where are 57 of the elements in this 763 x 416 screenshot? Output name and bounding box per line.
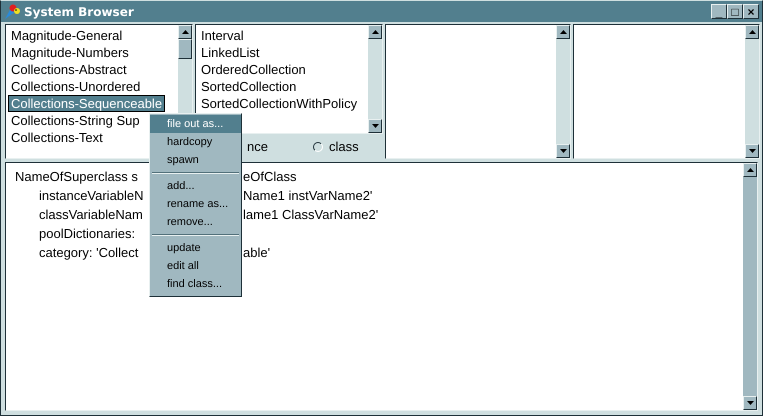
code-text: Name1 instVarName2' [243,187,372,205]
radio-label: nce [247,139,268,154]
code-text: classVariableNam [39,206,143,224]
menu-item[interactable]: find class... [150,275,241,293]
list-item[interactable]: OrderedCollection [198,61,309,78]
menu-item[interactable]: edit all [150,257,241,275]
scroll-up-button[interactable] [556,25,570,39]
scroll-down-button[interactable] [556,144,570,158]
up-arrow-icon [560,30,566,34]
list-item[interactable]: SortedCollection [198,78,300,95]
window-title: System Browser [24,4,135,18]
menu-item[interactable]: file out as... [150,115,241,133]
app-logo-icon [4,4,22,20]
code-text: instanceVariableN [39,187,144,205]
menu-item[interactable]: update [150,239,241,257]
list-item[interactable]: SortedCollectionWithPolicy [198,95,360,112]
scroll-down-button[interactable] [745,144,759,158]
radio-label: class [328,139,359,154]
list-item[interactable]: Collections-String Sup [8,112,143,129]
list-item[interactable]: Collections-Abstract [8,61,130,78]
down-arrow-icon [560,149,566,153]
scroll-down-button[interactable] [743,396,757,410]
up-arrow-icon [746,168,754,172]
down-arrow-icon [372,124,378,128]
up-arrow-icon [182,30,188,34]
list-item[interactable]: Collections-Sequenceable [8,95,166,112]
list-item[interactable]: Magnitude-General [8,27,126,44]
down-arrow-icon [746,401,754,405]
code-text: eOfClass [243,168,296,186]
maximize-button[interactable]: □ [727,4,743,19]
list-item[interactable]: Collections-Text [8,129,106,146]
down-arrow-icon [748,149,756,153]
scroll-down-button[interactable] [368,119,382,133]
list-item[interactable]: Collections-Unordered [8,78,144,95]
menu-item[interactable]: hardcopy [150,133,241,151]
code-text: able' [243,244,270,262]
menu-item[interactable]: remove... [150,213,241,231]
up-arrow-icon [372,30,378,34]
minimize-button[interactable]: _ [711,4,727,19]
list-item[interactable]: LinkedList [198,44,263,61]
scroll-up-button[interactable] [368,25,382,39]
menu-item[interactable]: spawn [150,151,241,169]
scroll-up-button[interactable] [178,25,192,39]
scroll-up-button[interactable] [745,25,759,39]
scroll-up-button[interactable] [743,163,757,177]
scroll-thumb[interactable] [178,39,192,59]
code-text: poolDictionaries: [39,225,136,243]
menu-item[interactable]: rename as... [150,195,241,213]
radio-button[interactable] [312,142,323,152]
menu-item[interactable]: add... [150,177,241,195]
list-item[interactable]: Magnitude-Numbers [8,44,132,61]
code-text: category: 'Collect [39,244,138,262]
close-button[interactable]: × [743,4,759,19]
up-arrow-icon [748,30,756,34]
code-text: lame1 ClassVarName2' [243,206,378,224]
list-item[interactable]: Interval [198,27,247,44]
code-text: NameOfSuperclass s [15,168,138,186]
